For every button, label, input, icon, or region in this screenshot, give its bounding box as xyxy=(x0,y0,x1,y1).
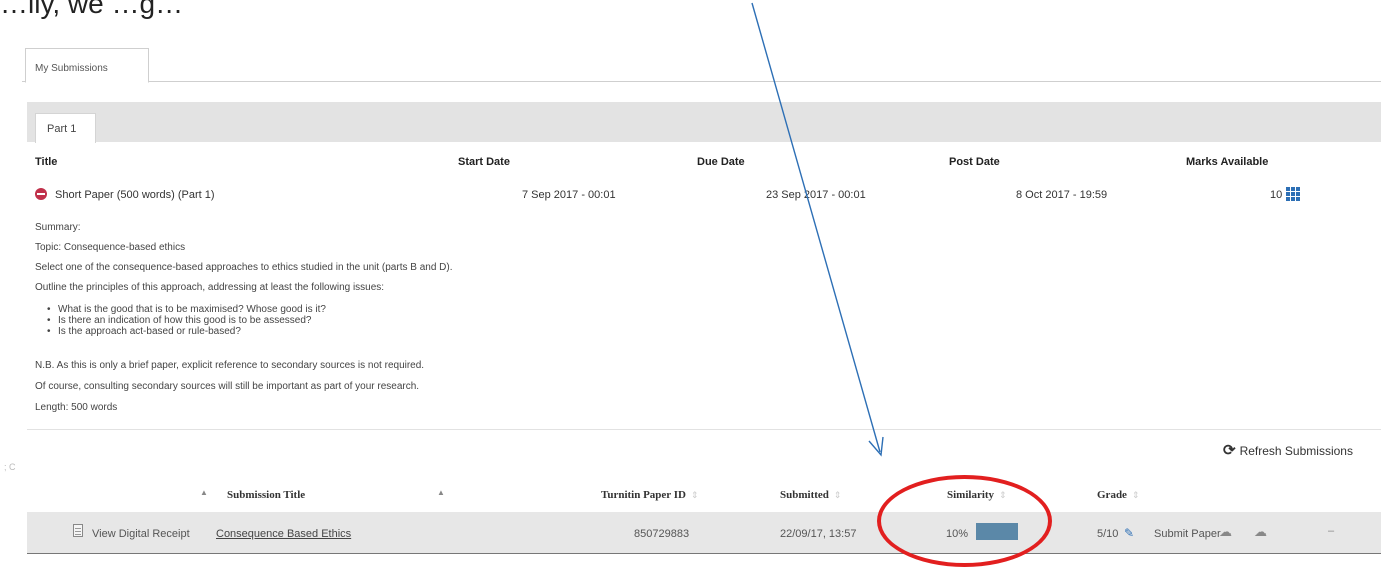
list-item: Is there an indication of how this good … xyxy=(47,315,326,326)
sort-arrow-icon[interactable]: ▲ xyxy=(437,488,445,497)
tab-part-1[interactable]: Part 1 xyxy=(35,113,96,143)
submit-paper-button[interactable]: Submit Paper xyxy=(1154,528,1221,540)
submission-title-link[interactable]: Consequence Based Ethics xyxy=(216,528,351,540)
summary-nb: N.B. As this is only a brief paper, expl… xyxy=(35,360,425,371)
submitted-value: 22/09/17, 13:57 xyxy=(780,528,857,540)
column-grade[interactable]: Grade ⇕ xyxy=(1097,489,1140,501)
header-due-date: Due Date xyxy=(697,156,745,168)
refresh-label: Refresh Submissions xyxy=(1239,443,1353,458)
cloud-upload-icon[interactable]: ☁ xyxy=(1219,524,1232,540)
assignment-title: Short Paper (500 words) (Part 1) xyxy=(55,189,215,201)
paper-id-value: 850729883 xyxy=(634,528,690,540)
header-marks-available: Marks Available xyxy=(1186,156,1269,168)
grade-value: 5/10 xyxy=(1097,528,1119,540)
tab-my-submissions[interactable]: My Submissions xyxy=(25,48,149,83)
header-start-date: Start Date xyxy=(458,156,510,168)
summary-line-2: Outline the principles of this approach,… xyxy=(35,282,385,293)
summary-length: Length: 500 words xyxy=(35,402,118,413)
outer-tab-bar: My Submissions xyxy=(22,48,1381,83)
header-title: Title xyxy=(35,156,58,168)
minus-circle-icon[interactable] xyxy=(35,188,47,200)
summary-line-1: Select one of the consequence-based appr… xyxy=(35,262,453,273)
margin-marks: ; C xyxy=(4,462,16,472)
list-item: What is the good that is to be maximised… xyxy=(47,304,326,315)
view-digital-receipt-link[interactable]: View Digital Receipt xyxy=(92,528,190,540)
sort-arrow-icon[interactable]: ▲ xyxy=(200,488,208,497)
post-date-value: 8 Oct 2017 - 19:59 xyxy=(1016,189,1108,201)
header-post-date: Post Date xyxy=(949,156,1000,168)
slide-caption-fragment: …lly, we …g… xyxy=(0,0,184,19)
expand-row-toggle[interactable]: – xyxy=(1328,525,1334,537)
part-tab-band xyxy=(27,102,1381,142)
refresh-submissions-button[interactable]: ⟳ Refresh Submissions xyxy=(1223,443,1353,458)
summary-course: Of course, consulting secondary sources … xyxy=(35,381,420,392)
due-date-value: 23 Sep 2017 - 00:01 xyxy=(766,189,866,201)
column-submitted[interactable]: Submitted ⇕ xyxy=(780,489,841,501)
summary-label: Summary: xyxy=(35,222,81,233)
annotation-red-ellipse xyxy=(877,475,1052,567)
section-divider xyxy=(27,429,1381,430)
start-date-value: 7 Sep 2017 - 00:01 xyxy=(522,189,616,201)
column-paper-id[interactable]: Turnitin Paper ID ⇕ xyxy=(601,489,699,501)
summary-bullet-list: What is the good that is to be maximised… xyxy=(47,304,326,337)
grid-icon[interactable] xyxy=(1286,187,1300,201)
cloud-download-icon[interactable]: ☁ xyxy=(1254,524,1267,540)
refresh-icon: ⟳ xyxy=(1223,442,1236,459)
document-icon[interactable] xyxy=(73,524,83,537)
list-item: Is the approach act-based or rule-based? xyxy=(47,326,326,337)
pencil-icon[interactable]: ✎ xyxy=(1124,526,1134,540)
summary-topic: Topic: Consequence-based ethics xyxy=(35,242,186,253)
marks-value: 10 xyxy=(1270,189,1283,201)
column-submission-title[interactable]: Submission Title xyxy=(227,489,305,501)
